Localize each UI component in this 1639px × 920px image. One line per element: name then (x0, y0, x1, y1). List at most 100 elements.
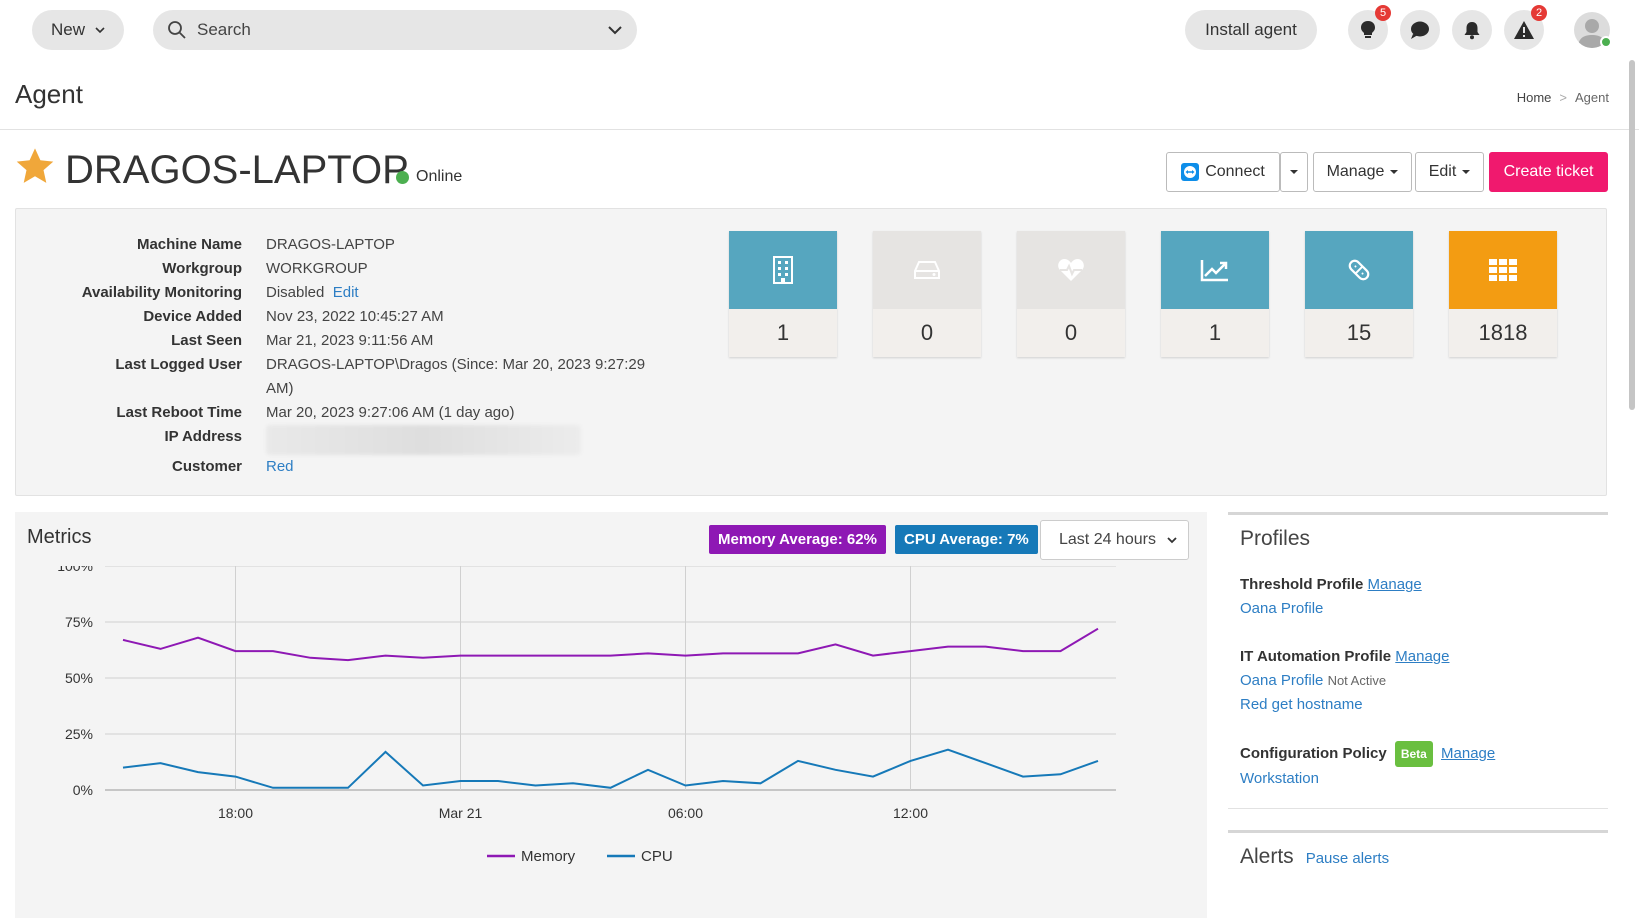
chevron-down-icon (95, 27, 105, 34)
automation-profile-header: IT Automation Profile Manage (1240, 645, 1450, 669)
alerts-card: Alerts Pause alerts (1228, 830, 1608, 920)
agent-name: DRAGOS-LAPTOP (65, 148, 409, 192)
customer-label: Customer (171, 458, 242, 475)
config-policy-block: Configuration Policy Beta Manage Worksta… (1240, 741, 1495, 791)
breadcrumb-current: Agent (1575, 90, 1609, 105)
x-tick-label: 06:00 (668, 805, 703, 821)
top-bar: New Search Install agent 5 2 (0, 0, 1639, 60)
config-policy-header: Configuration Policy Beta Manage (1240, 741, 1495, 767)
availability-label: Availability Monitoring (81, 284, 242, 301)
connect-button[interactable]: Connect (1166, 152, 1280, 192)
config-policy-link[interactable]: Workstation (1240, 770, 1319, 787)
tile-health[interactable]: 0 (1017, 231, 1125, 357)
ip-address-row: IP Address (16, 425, 676, 455)
tile-building-header (729, 231, 837, 309)
last-seen-row: Last Seen Mar 21, 2023 9:11:56 AM (16, 329, 676, 353)
status-badge: Online (396, 168, 462, 186)
chevron-down-icon[interactable] (607, 22, 623, 38)
create-ticket-label: Create ticket (1503, 163, 1594, 180)
caret-down-icon (1462, 170, 1471, 174)
tile-software[interactable]: 1818 (1449, 231, 1557, 357)
config-policy-label: Configuration Policy (1240, 745, 1387, 762)
status-label: Online (416, 168, 463, 185)
beta-badge: Beta (1394, 741, 1433, 767)
alerts-title: Alerts (1240, 845, 1294, 868)
availability-row: Availability Monitoring Disabled Edit (16, 281, 676, 305)
manage-button[interactable]: Manage (1313, 152, 1412, 192)
threshold-profile-link[interactable]: Oana Profile (1240, 600, 1323, 617)
tile-patches[interactable]: 15 (1305, 231, 1413, 357)
building-icon (773, 256, 793, 284)
agent-info-panel: Machine Name DRAGOS-LAPTOP Workgroup WOR… (15, 208, 1607, 496)
ip-address-redacted (266, 425, 581, 455)
favorite-star-icon[interactable] (14, 147, 56, 187)
tile-patches-header (1305, 231, 1413, 309)
y-tick-label: 0% (73, 782, 93, 798)
create-ticket-button[interactable]: Create ticket (1489, 152, 1608, 192)
last-logged-label: Last Logged User (115, 356, 242, 373)
new-label: New (50, 20, 85, 39)
customer-cell: Red (266, 455, 676, 479)
connect-label: Connect (1205, 163, 1265, 180)
threshold-manage-link[interactable]: Manage (1368, 576, 1422, 593)
alerts-header: Alerts Pause alerts (1240, 845, 1389, 869)
drive-icon (914, 261, 940, 279)
automation-profile-link[interactable]: Oana Profile (1240, 672, 1323, 689)
last-logged-value: DRAGOS-LAPTOP\Dragos (Since: Mar 20, 202… (266, 356, 646, 373)
time-range-select[interactable]: Last 24 hours (1040, 520, 1189, 560)
page-title: Agent (15, 79, 83, 109)
x-tick-label: 12:00 (893, 805, 928, 821)
customer-link[interactable]: Red (266, 458, 294, 475)
availability-edit-link[interactable]: Edit (333, 284, 359, 301)
heartbeat-icon (1058, 259, 1084, 281)
connect-dropdown-button[interactable] (1280, 152, 1308, 192)
last-logged-cell: DRAGOS-LAPTOP\Dragos (Since: Mar 20, 202… (266, 353, 676, 401)
new-button[interactable]: New (32, 10, 124, 50)
last-seen-label: Last Seen (171, 332, 242, 349)
customer-row: Customer Red (16, 455, 676, 479)
tile-drive[interactable]: 0 (873, 231, 981, 357)
presence-indicator (1600, 36, 1612, 48)
breadcrumb: Home > Agent (1516, 90, 1609, 105)
tile-performance[interactable]: 1 (1161, 231, 1269, 357)
y-tick-label: 50% (65, 670, 93, 686)
search-placeholder: Search (197, 20, 251, 39)
y-tick-label: 75% (65, 614, 93, 630)
device-added-value: Nov 23, 2022 10:45:27 AM (266, 308, 444, 325)
automation-profile-block: IT Automation Profile Manage Oana Profil… (1240, 645, 1450, 717)
last-seen-value: Mar 21, 2023 9:11:56 AM (266, 332, 434, 349)
tile-health-header (1017, 231, 1125, 309)
page-scrollbar[interactable] (1629, 60, 1635, 410)
install-agent-button[interactable]: Install agent (1185, 10, 1317, 50)
tile-building[interactable]: 1 (729, 231, 837, 357)
search-input[interactable]: Search (153, 10, 637, 50)
install-agent-label: Install agent (1205, 20, 1297, 39)
trend-chart-icon (1200, 260, 1228, 282)
automation-manage-link[interactable]: Manage (1395, 648, 1449, 665)
breadcrumb-home[interactable]: Home (1517, 90, 1552, 105)
y-tick-label: 25% (65, 726, 93, 742)
divider (0, 129, 1639, 130)
edit-button[interactable]: Edit (1415, 152, 1484, 192)
warnings-count-badge: 2 (1531, 5, 1547, 21)
pause-alerts-link[interactable]: Pause alerts (1306, 850, 1389, 867)
tile-drive-value: 0 (920, 320, 934, 345)
warnings-button[interactable]: 2 (1504, 5, 1547, 50)
last-reboot-label: Last Reboot Time (116, 404, 242, 421)
y-tick-label: 100% (57, 566, 93, 574)
chat-button[interactable] (1400, 10, 1440, 50)
series-line-memory (122, 627, 1099, 662)
warning-triangle-icon (1514, 21, 1534, 39)
notifications-button[interactable] (1452, 10, 1492, 50)
last-logged-row: Last Logged User DRAGOS-LAPTOP\Dragos (S… (16, 353, 676, 401)
ideas-button[interactable]: 5 (1348, 5, 1391, 50)
threshold-profile-block: Threshold Profile Manage Oana Profile (1240, 573, 1422, 621)
hostname-profile-link[interactable]: Red get hostname (1240, 696, 1363, 713)
config-manage-link[interactable]: Manage (1441, 745, 1495, 762)
x-tick-label: Mar 21 (439, 805, 483, 821)
chat-bubble-icon (1411, 21, 1429, 39)
tile-performance-value: 1 (1208, 320, 1222, 345)
tile-patches-value: 15 (1346, 320, 1372, 345)
chevron-down-icon (1167, 537, 1177, 544)
teamviewer-icon (1181, 163, 1200, 181)
